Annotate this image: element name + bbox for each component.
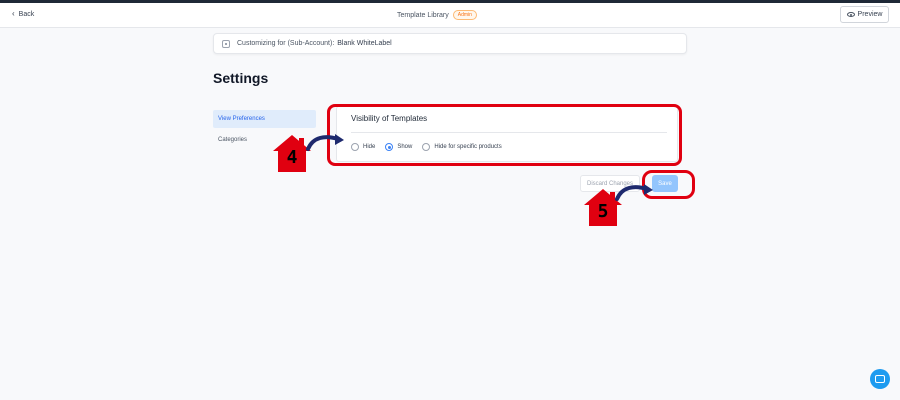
arrow-icon	[306, 134, 344, 151]
help-chat-button[interactable]	[870, 369, 890, 389]
top-header: ‹ Back Template Library Admin Preview	[0, 3, 900, 28]
radio-label: Hide	[363, 144, 376, 150]
radio-hide-specific[interactable]	[422, 143, 431, 151]
header-title-group: Template Library Admin	[397, 10, 477, 20]
save-button[interactable]: Save	[652, 175, 678, 192]
radio-label: Show	[397, 144, 413, 150]
back-button[interactable]: ‹ Back	[12, 10, 34, 18]
visibility-title: Visibility of Templates	[351, 114, 428, 123]
page-header-title: Template Library	[397, 11, 449, 19]
radio-option-show[interactable]: Show	[385, 143, 412, 151]
eye-icon	[846, 12, 855, 17]
radio-hide[interactable]	[351, 143, 359, 151]
preview-button[interactable]: Preview	[840, 6, 889, 23]
admin-badge: Admin	[452, 10, 477, 20]
sidebar-item-label: Categories	[218, 137, 248, 143]
page-title: Settings	[213, 70, 269, 86]
arrow-icon	[615, 184, 653, 201]
radio-option-hide-specific[interactable]: Hide for specific products	[422, 143, 502, 151]
visibility-radio-group: Hide Show Hide for specific products	[351, 143, 502, 151]
radio-option-hide[interactable]: Hide	[351, 143, 375, 151]
customizing-label: Customizing for (Sub-Account):	[237, 40, 335, 47]
customizing-value: Blank WhiteLabel	[337, 40, 392, 47]
radio-show[interactable]	[385, 143, 394, 151]
customizing-bar: Customizing for (Sub-Account): Blank Whi…	[213, 33, 687, 54]
radio-label: Hide for specific products	[434, 144, 502, 150]
preview-label: Preview	[857, 11, 883, 18]
chat-icon	[875, 375, 885, 383]
back-label: Back	[18, 10, 35, 18]
account-icon	[222, 39, 230, 48]
chevron-left-icon: ‹	[12, 9, 15, 18]
sidebar-item-view-preferences[interactable]: View Preferences	[213, 110, 316, 128]
step-number: 5	[597, 201, 609, 222]
sidebar-item-label: View Preferences	[218, 116, 265, 122]
divider	[351, 132, 667, 133]
visibility-card: Visibility of Templates Hide Show Hide f…	[336, 106, 678, 162]
